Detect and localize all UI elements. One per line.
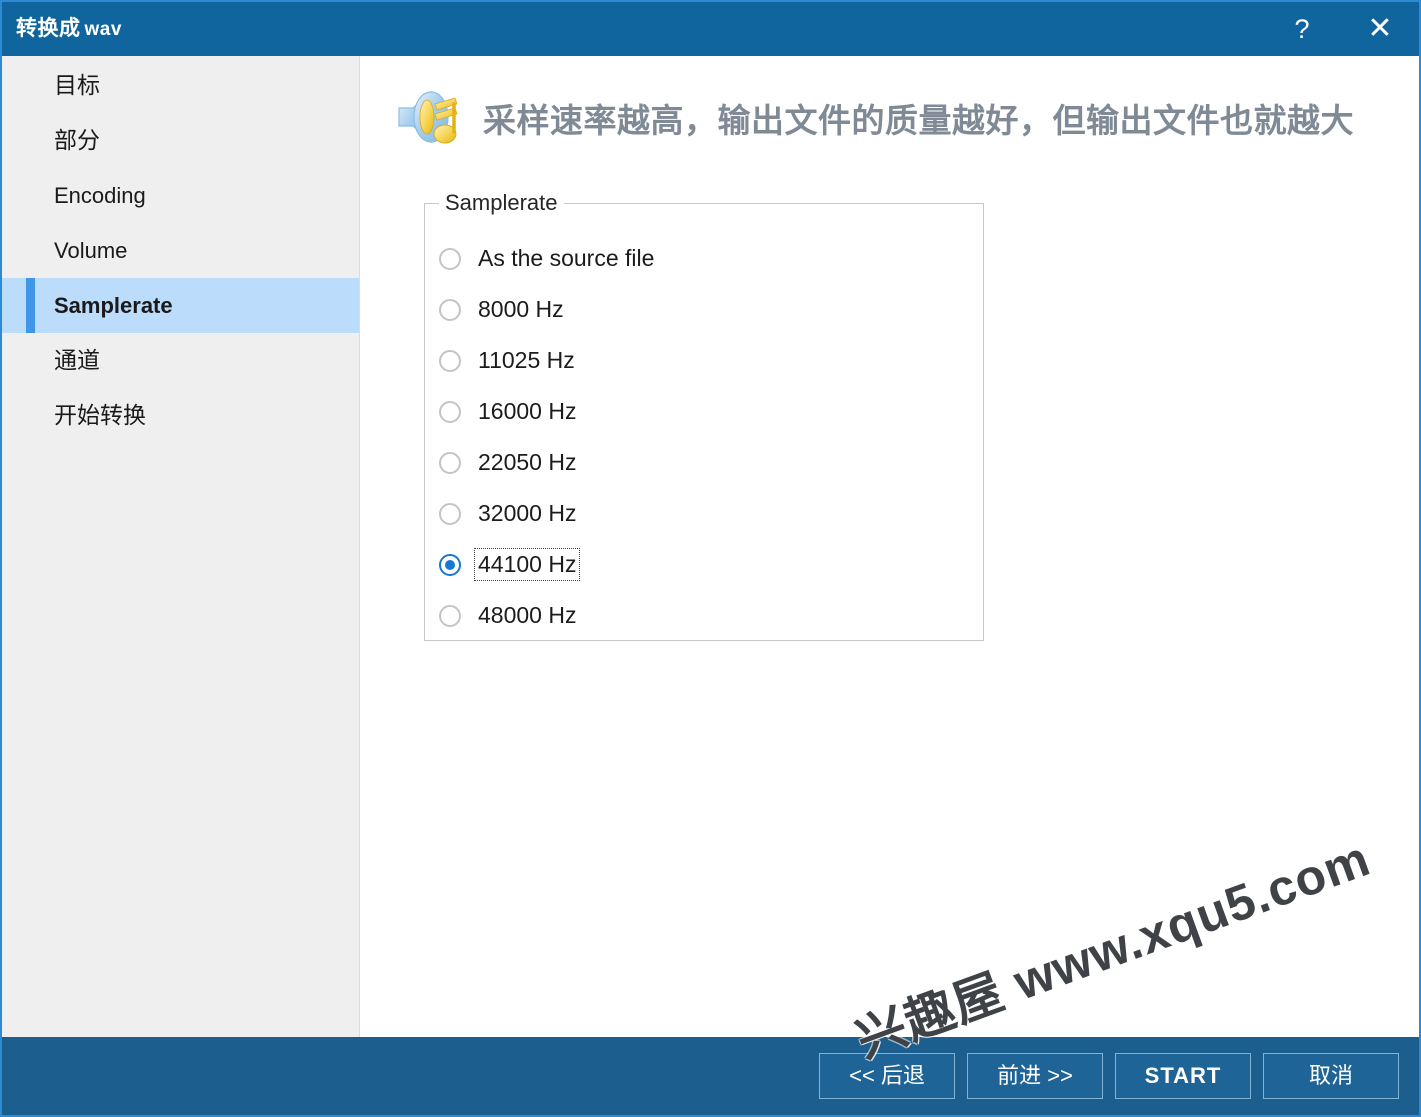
sidebar: 目标 部分 Encoding Volume Samplerate 通道 开始转换 — [2, 56, 360, 1037]
content-area: 目标 部分 Encoding Volume Samplerate 通道 开始转换 — [2, 56, 1419, 1037]
sidebar-item-start-conversion[interactable]: 开始转换 — [2, 388, 359, 443]
dialog-window: 转换成 wav ? ✕ 目标 部分 Encoding Volume Sampler… — [0, 0, 1421, 1117]
radio-option-label: As the source file — [478, 245, 655, 271]
window-title: 转换成 wav — [16, 2, 122, 56]
hero-description: 采样速率越高，输出文件的质量越好，但输出文件也就越大 — [483, 104, 1354, 140]
radio-option-11025hz[interactable]: 11025 Hz — [439, 335, 959, 386]
sidebar-item-label: 目标 — [54, 72, 100, 98]
sidebar-item-label: Volume — [54, 238, 128, 263]
cancel-button[interactable]: 取消 — [1263, 1053, 1399, 1099]
back-button[interactable]: << 后退 — [819, 1053, 955, 1099]
hero-banner: 采样速率越高，输出文件的质量越好，但输出文件也就越大 — [391, 78, 1354, 158]
sidebar-item-label: Samplerate — [54, 293, 173, 318]
radio-option-32000hz[interactable]: 32000 Hz — [439, 488, 959, 539]
radio-circle-selected-icon — [439, 553, 461, 576]
sidebar-item-label: 开始转换 — [54, 402, 146, 428]
radio-circle-icon — [439, 298, 461, 321]
sidebar-item-label: 通道 — [54, 347, 100, 373]
radio-option-label: 48000 Hz — [478, 602, 577, 628]
sidebar-item-channels[interactable]: 通道 — [2, 333, 359, 388]
close-icon[interactable]: ✕ — [1351, 2, 1409, 56]
radio-option-as-source-file[interactable]: As the source file — [439, 233, 959, 284]
radio-circle-icon — [439, 349, 461, 372]
radio-option-label: 11025 Hz — [478, 347, 575, 373]
window-title-extension: wav — [84, 19, 122, 40]
radio-option-16000hz[interactable]: 16000 Hz — [439, 386, 959, 437]
samplerate-radio-group: As the source file 8000 Hz 11025 Hz 1600… — [439, 233, 959, 641]
samplerate-groupbox: Samplerate As the source file 8000 Hz 11… — [424, 188, 984, 641]
radio-option-label: 44100 Hz — [474, 548, 581, 581]
sidebar-item-parts[interactable]: 部分 — [2, 113, 359, 168]
speaker-music-note-icon — [398, 90, 458, 144]
radio-circle-icon — [439, 247, 461, 270]
radio-circle-icon — [439, 502, 461, 525]
window-title-main: 转换成 — [16, 17, 81, 40]
samplerate-groupbox-legend: Samplerate — [439, 188, 564, 218]
footer-bar: << 后退 前进 >> START 取消 — [2, 1037, 1419, 1115]
radio-option-label: 32000 Hz — [478, 500, 577, 526]
radio-option-48000hz[interactable]: 48000 Hz — [439, 590, 959, 641]
radio-circle-icon — [439, 400, 461, 423]
radio-option-8000hz[interactable]: 8000 Hz — [439, 284, 959, 335]
radio-circle-icon — [439, 604, 461, 627]
sidebar-item-label: Encoding — [54, 183, 146, 208]
help-icon[interactable]: ? — [1273, 2, 1331, 56]
sidebar-item-samplerate[interactable]: Samplerate — [2, 278, 359, 333]
radio-option-label: 22050 Hz — [478, 449, 577, 475]
main-panel: 采样速率越高，输出文件的质量越好，但输出文件也就越大 Samplerate As… — [361, 56, 1419, 1037]
footer-button-group: << 后退 前进 >> START 取消 — [819, 1053, 1399, 1099]
radio-circle-icon — [439, 451, 461, 474]
radio-option-22050hz[interactable]: 22050 Hz — [439, 437, 959, 488]
sidebar-item-encoding[interactable]: Encoding — [2, 168, 359, 223]
next-button[interactable]: 前进 >> — [967, 1053, 1103, 1099]
sidebar-item-target[interactable]: 目标 — [2, 58, 359, 113]
radio-option-label: 8000 Hz — [478, 296, 564, 322]
start-button[interactable]: START — [1115, 1053, 1251, 1099]
title-bar: 转换成 wav ? ✕ — [2, 2, 1419, 56]
sidebar-item-volume[interactable]: Volume — [2, 223, 359, 278]
sidebar-item-label: 部分 — [54, 127, 100, 153]
radio-option-44100hz[interactable]: 44100 Hz — [439, 539, 959, 590]
radio-option-label: 16000 Hz — [478, 398, 577, 424]
